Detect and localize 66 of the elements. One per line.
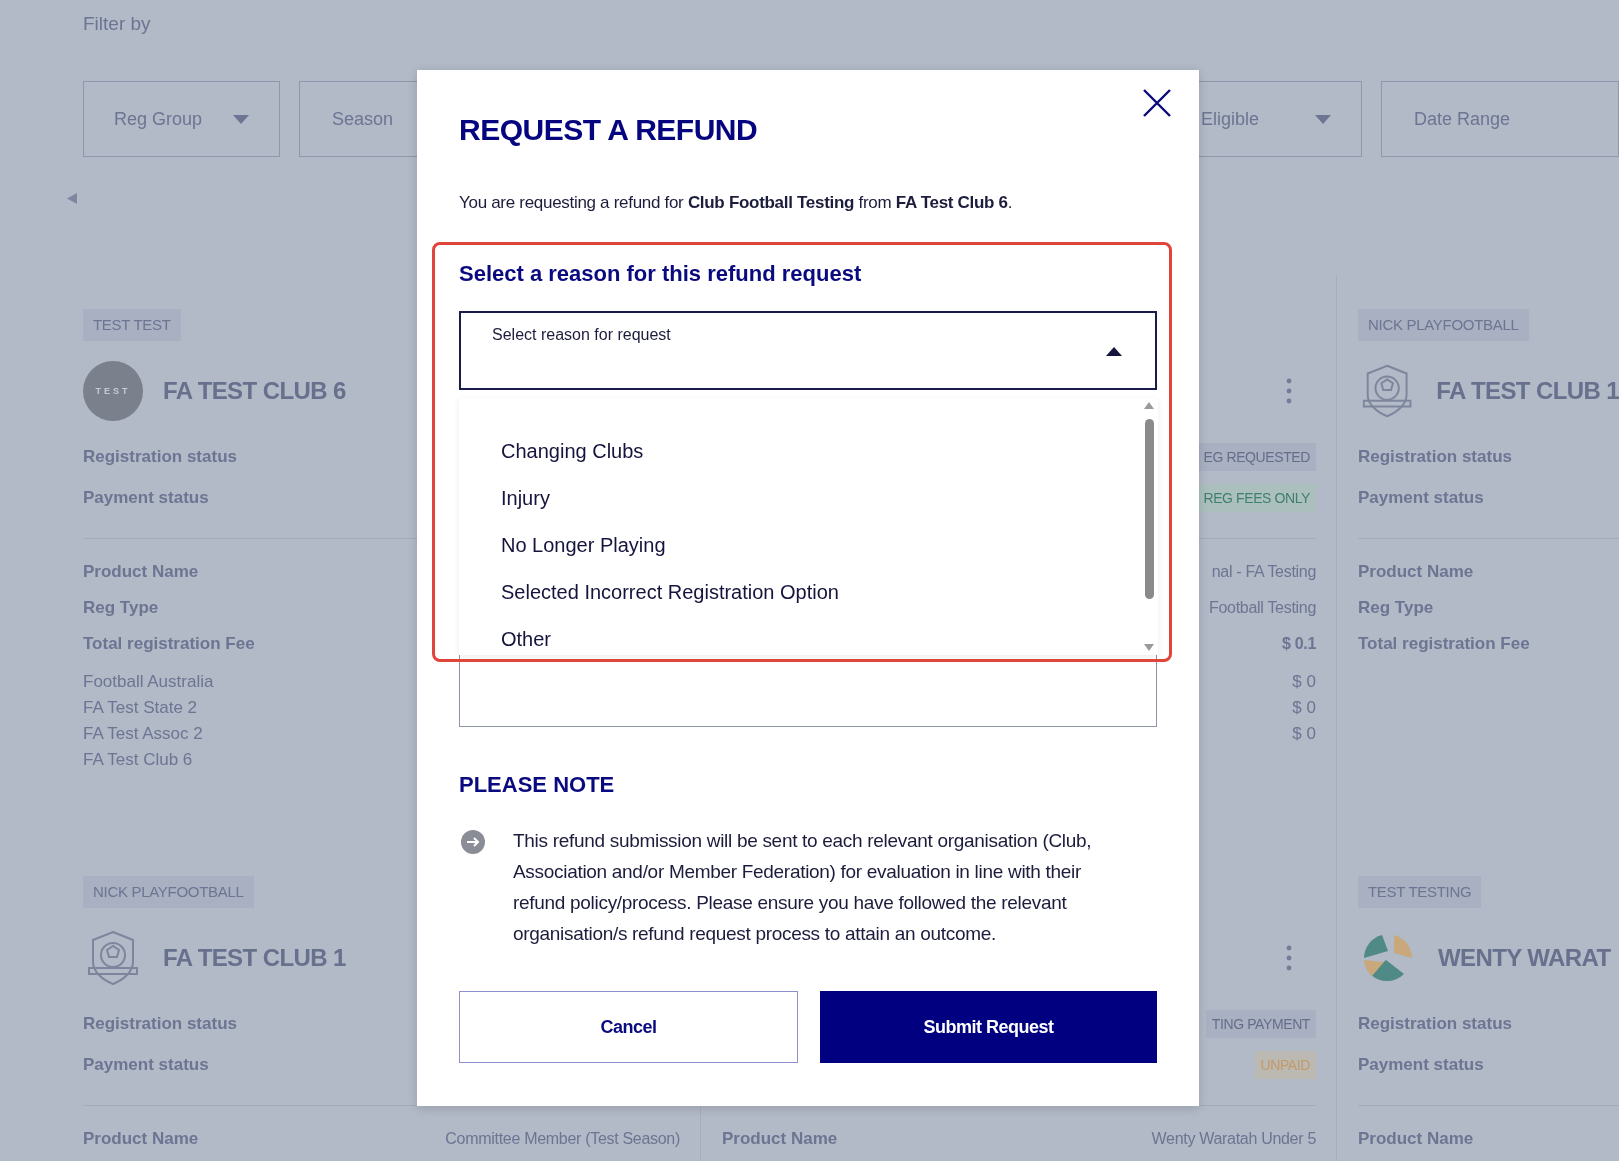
- club-name: FA TEST CLUB 1: [1436, 377, 1619, 405]
- submit-button[interactable]: Submit Request: [820, 991, 1157, 1063]
- scroll-down-icon[interactable]: [1144, 644, 1154, 651]
- fee-label: FA Test Assoc 2: [83, 724, 203, 744]
- detail-label: Reg Type: [1358, 598, 1434, 618]
- intro-text: You are requesting a refund for Club Football Testing from FA Test Club 6.: [459, 192, 1014, 214]
- fee-label: Football Australia: [83, 672, 214, 692]
- club-name: FA TEST CLUB 6: [163, 377, 346, 405]
- caret-icon: [233, 114, 249, 124]
- dialog-title: REQUEST A REFUND: [459, 112, 759, 148]
- cancel-button[interactable]: Cancel: [459, 991, 798, 1063]
- dropdown-option[interactable]: Selected Incorrect Registration Option: [459, 569, 1158, 616]
- filter-title: Filter by: [83, 12, 152, 36]
- detail-value: $ 0.1: [1281, 635, 1316, 653]
- scroll-up-icon[interactable]: [1144, 402, 1154, 409]
- detail-label: Product Name: [83, 562, 199, 582]
- close-icon[interactable]: [1143, 89, 1171, 117]
- note-text: This refund submission will be sent to each relevant organisation (Club, Association and/or Member Federation) for evaluation in line with their refund policy/process. Please ensure you have followed the relevant organisation/s refund request process to attain an outcome.: [513, 829, 1093, 946]
- more-icon[interactable]: [1286, 378, 1292, 404]
- dropdown-option[interactable]: Injury: [459, 475, 1158, 522]
- section-heading: Select a reason for this refund request: [459, 261, 863, 287]
- status-label: Payment status: [1358, 1054, 1484, 1075]
- status-label: Payment status: [1358, 487, 1484, 508]
- tag: NICK PLAYFOOTBALL: [1358, 309, 1529, 341]
- status-label: Registration status: [1358, 1013, 1512, 1034]
- more-icon[interactable]: [1286, 945, 1292, 971]
- detail-value: Football Testing: [1209, 599, 1316, 617]
- detail-label: Product Name: [722, 1129, 838, 1149]
- status-label: Payment status: [83, 487, 209, 508]
- status-label: Registration status: [83, 446, 237, 467]
- tag: NICK PLAYFOOTBALL: [83, 876, 254, 908]
- status-label: Registration status: [1358, 446, 1512, 467]
- club-logo: TEST: [83, 361, 143, 421]
- detail-label: Total registration Fee: [83, 634, 255, 654]
- dropdown-option[interactable]: No Longer Playing: [459, 522, 1158, 569]
- status-badge: REG FEES ONLY: [1197, 483, 1316, 512]
- status-badge: UNPAID: [1254, 1050, 1316, 1079]
- fee-value: $ 0: [1292, 672, 1316, 692]
- detail-value: nal - FA Testing: [1211, 563, 1316, 581]
- detail-label: Product Name: [83, 1129, 199, 1149]
- club-name: FA TEST CLUB 1: [163, 944, 346, 972]
- arrow-circle-icon: [461, 830, 485, 854]
- detail-label: Product Name: [1358, 562, 1474, 582]
- fee-label: FA Test State 2: [83, 698, 198, 718]
- scroll-left-icon[interactable]: [67, 193, 77, 204]
- fee-value: $ 0: [1292, 724, 1316, 744]
- status-badge: EG REQUESTED: [1197, 442, 1316, 471]
- fee-label: FA Test Club 6: [83, 750, 193, 770]
- detail-value: Committee Member (Test Season): [445, 1130, 680, 1148]
- status-label: Payment status: [83, 1054, 209, 1075]
- dropdown-option[interactable]: Changing Clubs: [459, 428, 1158, 475]
- detail-value: Wenty Waratah Under 5: [1151, 1130, 1316, 1148]
- fee-value: $ 0: [1292, 698, 1316, 718]
- status-label: Registration status: [83, 1013, 237, 1034]
- detail-label: Reg Type: [83, 598, 159, 618]
- scrollbar[interactable]: [1143, 402, 1155, 651]
- dropdown-option[interactable]: Other: [459, 616, 1158, 655]
- detail-label: Total registration Fee: [1358, 634, 1530, 654]
- club-name: WENTY WARAT: [1438, 944, 1611, 972]
- caret-icon: [1315, 114, 1331, 124]
- status-badge: TING PAYMENT: [1205, 1009, 1316, 1038]
- detail-label: Product Name: [1358, 1129, 1474, 1149]
- note-heading: PLEASE NOTE: [459, 772, 616, 798]
- tag: TEST TESTING: [1358, 876, 1482, 908]
- tag: TEST TEST: [83, 309, 181, 341]
- reason-select[interactable]: Select reason for request: [459, 311, 1157, 390]
